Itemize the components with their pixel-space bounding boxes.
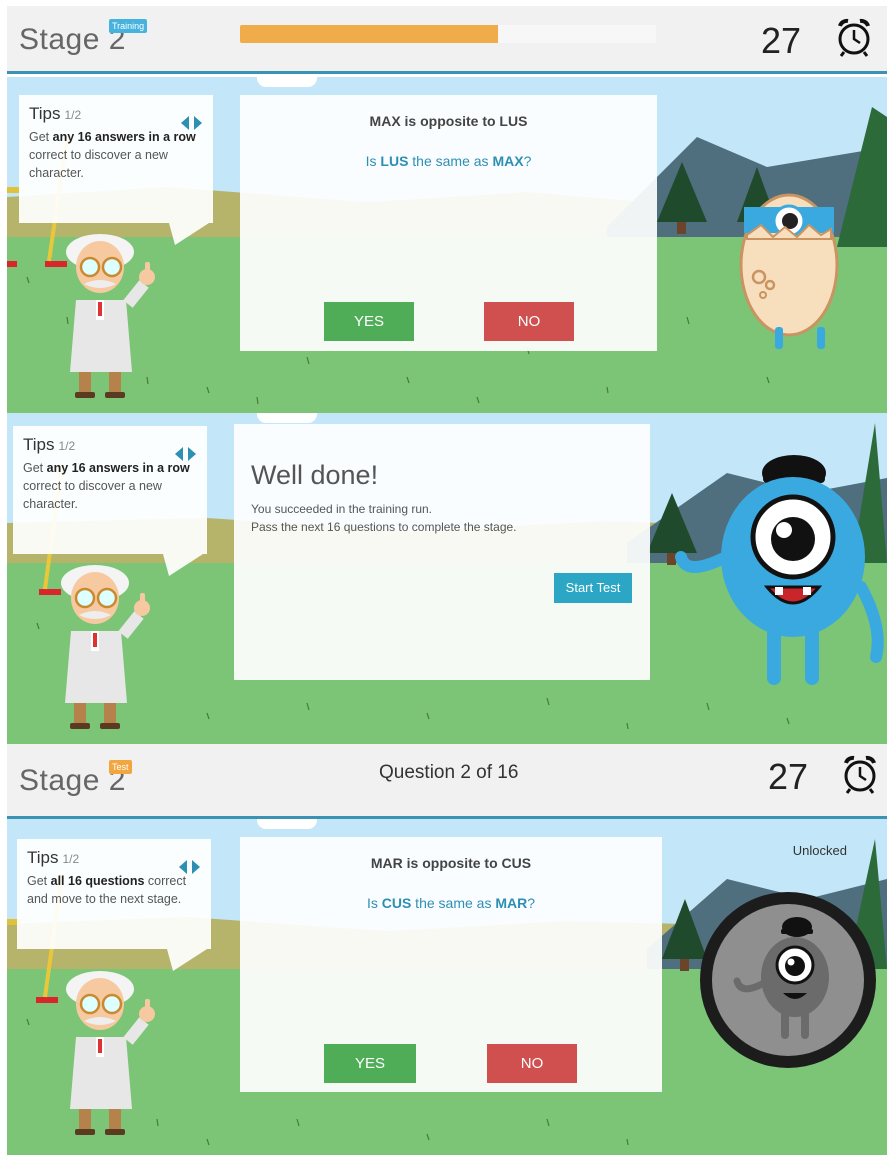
tips-nav — [175, 447, 196, 461]
tips-prev-icon[interactable] — [181, 116, 189, 130]
tips-panel: Tips 1/2 Get any 16 answers in a row cor… — [13, 426, 207, 576]
progress-fill — [240, 25, 498, 43]
blue-cyclops-character — [675, 455, 884, 685]
question-counter: Question 2 of 16 — [379, 762, 519, 783]
question-term-a: CUS — [381, 895, 412, 911]
tips-title: Tips — [29, 104, 61, 123]
scene-notch — [257, 413, 317, 423]
tips-text-bold: any 16 answers in a row — [46, 461, 190, 475]
start-test-button[interactable]: Start Test — [554, 573, 632, 603]
tips-next-icon[interactable] — [194, 116, 202, 130]
timer: 27 — [760, 20, 801, 61]
tips-text-bold: any 16 answers in a row — [52, 130, 196, 144]
unlocked-label: Unlocked — [792, 843, 847, 858]
game-header: Stage 2 Training 27 — [7, 6, 887, 74]
tips-text: Get any 16 answers in a row correct to d… — [23, 459, 197, 513]
egg-monster-character — [739, 193, 839, 349]
no-button[interactable]: NO — [484, 302, 574, 341]
tips-nav — [181, 116, 202, 130]
question-text: Is LUS the same as MAX? — [240, 153, 657, 169]
mode-badge: Test — [109, 760, 132, 774]
professor-character — [61, 565, 150, 729]
tips-prev-icon[interactable] — [175, 447, 183, 461]
professor-character — [66, 234, 155, 398]
timer: 27 — [767, 756, 808, 797]
locked-character-badge — [700, 892, 876, 1068]
question-term-a: LUS — [380, 153, 409, 169]
tips-page: 1/2 — [64, 108, 82, 122]
tips-next-icon[interactable] — [188, 447, 196, 461]
question-term-b: MAX — [492, 153, 524, 169]
tips-page: 1/2 — [62, 852, 80, 866]
game-scene: Unlocked Tips 1/2 Get all 16 questions c… — [7, 819, 887, 1155]
game-scene: Tips 1/2 Get any 16 answers in a row cor… — [7, 413, 887, 744]
game-header: Stage 2 Test Question 2 of 16 27 — [7, 744, 887, 819]
yes-button[interactable]: YES — [324, 1044, 416, 1083]
speech-tail — [169, 223, 209, 245]
tips-text-post: correct to discover a new character. — [29, 148, 168, 180]
alarm-clock-icon — [844, 755, 876, 794]
tips-text: Get all 16 questions correct and move to… — [27, 872, 201, 908]
tips-panel: Tips 1/2 Get all 16 questions correct an… — [17, 839, 211, 971]
question-post: ? — [523, 153, 532, 169]
scene-notch — [257, 819, 317, 829]
result-card: Well done! You succeeded in the training… — [234, 424, 650, 680]
scene-notch — [257, 77, 317, 87]
question-post: ? — [527, 895, 536, 911]
game-scene: Tips 1/2 Get any 16 answers in a row cor… — [7, 77, 887, 413]
speech-tail — [167, 949, 207, 971]
tips-title: Tips — [27, 848, 59, 867]
tips-text-pre: Get — [29, 130, 53, 144]
tips-page: 1/2 — [58, 439, 76, 453]
tips-text: Get any 16 answers in a row correct to d… — [29, 128, 203, 182]
tips-text-post: correct to discover a new character. — [23, 479, 162, 511]
question-pre: Is — [365, 153, 381, 169]
result-line-1: You succeeded in the training run. — [251, 502, 433, 516]
question-card: MAR is opposite to CUS Is CUS the same a… — [240, 837, 662, 1092]
result-line-2: Pass the next 16 questions to complete t… — [251, 520, 517, 534]
question-card: MAX is opposite to LUS Is LUS the same a… — [240, 95, 657, 351]
no-button[interactable]: NO — [487, 1044, 577, 1083]
alarm-clock-icon — [838, 18, 870, 57]
speech-tail — [163, 554, 203, 576]
premise-text: MAR is opposite to CUS — [370, 855, 532, 871]
yes-button[interactable]: YES — [324, 302, 414, 341]
tips-text-pre: Get — [27, 874, 51, 888]
question-mid: the same as — [411, 895, 496, 911]
question-pre: Is — [366, 895, 382, 911]
result-title: Well done! — [251, 460, 379, 490]
mode-badge: Training — [109, 19, 148, 33]
question-mid: the same as — [408, 153, 493, 169]
tips-prev-icon[interactable] — [179, 860, 187, 874]
tips-title: Tips — [23, 435, 55, 454]
tips-text-pre: Get — [23, 461, 47, 475]
premise-text: MAX is opposite to LUS — [369, 113, 528, 129]
professor-character — [66, 971, 155, 1135]
tips-nav — [179, 860, 200, 874]
progress-bar — [240, 25, 656, 43]
tips-panel: Tips 1/2 Get any 16 answers in a row cor… — [19, 95, 213, 245]
question-text: Is CUS the same as MAR? — [240, 895, 662, 911]
question-term-b: MAR — [495, 895, 528, 911]
tips-next-icon[interactable] — [192, 860, 200, 874]
tips-text-bold: all 16 questions — [50, 874, 145, 888]
